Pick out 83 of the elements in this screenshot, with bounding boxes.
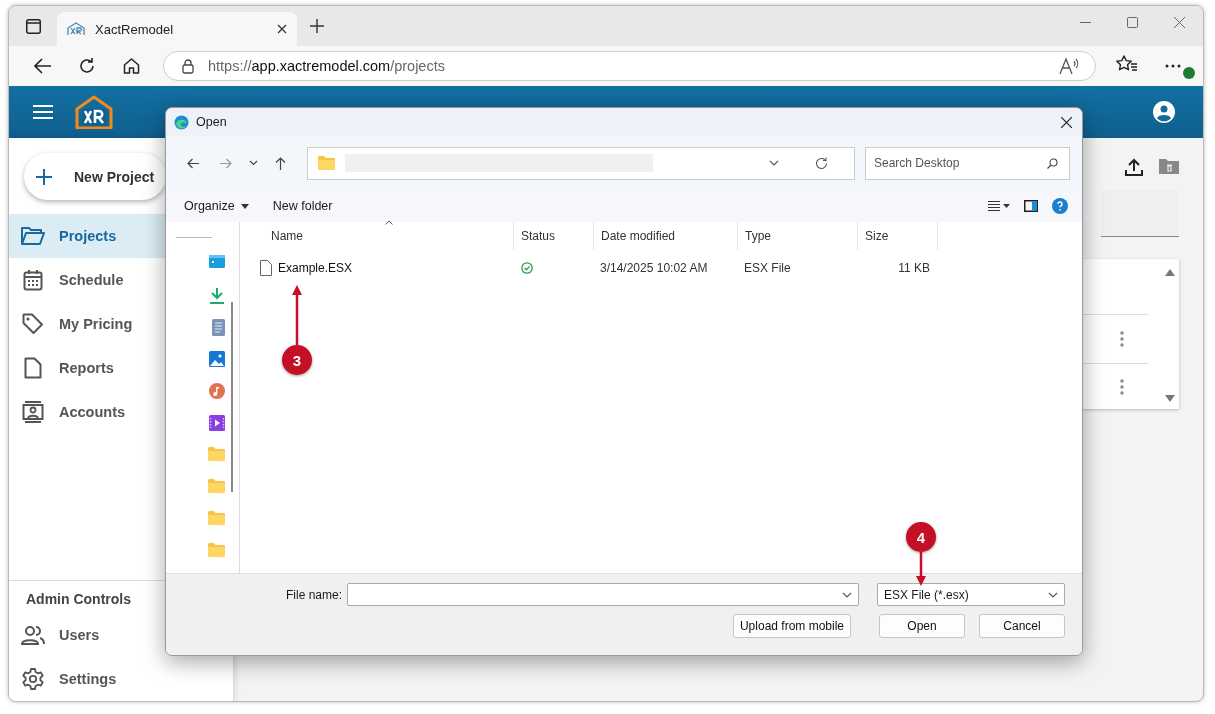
- browser-tab[interactable]: XactRemodel: [57, 12, 297, 46]
- chevron-down-icon[interactable]: [248, 160, 258, 166]
- download-icon[interactable]: [209, 287, 225, 304]
- nav-item[interactable]: Accounts: [9, 390, 233, 434]
- account-icon[interactable]: [1153, 101, 1175, 123]
- tag-icon: [21, 313, 45, 335]
- new-tab-icon[interactable]: [310, 19, 324, 33]
- settings-icon: [21, 668, 45, 690]
- house-logo-icon: [67, 22, 85, 36]
- help-icon[interactable]: [1052, 198, 1068, 214]
- file-type-dropdown[interactable]: ESX File (*.esx): [877, 583, 1065, 606]
- folder-icon: [317, 156, 335, 170]
- column-header[interactable]: Date modified: [594, 222, 738, 250]
- update-badge: [1183, 67, 1195, 79]
- nav-item[interactable]: Schedule: [9, 258, 233, 302]
- sidebar-toggle-icon[interactable]: [25, 18, 41, 34]
- contact-card-icon: [21, 401, 45, 423]
- close-icon[interactable]: [277, 24, 287, 34]
- upload-button[interactable]: Upload from mobile: [732, 614, 851, 638]
- address-field[interactable]: [306, 146, 855, 180]
- calendar-icon: [21, 269, 45, 291]
- image-icon[interactable]: [209, 351, 225, 367]
- chevron-down-icon: [1048, 591, 1058, 598]
- callout-arrow: [916, 552, 926, 586]
- video-icon[interactable]: [209, 415, 225, 431]
- preview-pane-icon[interactable]: [1024, 200, 1038, 212]
- new-folder-button[interactable]: New folder: [264, 195, 341, 217]
- scroll-down-icon[interactable]: [1165, 395, 1175, 402]
- cancel-button[interactable]: Cancel: [979, 614, 1065, 638]
- caret-icon: [240, 203, 249, 209]
- open-button[interactable]: Open: [879, 614, 965, 638]
- nav-item[interactable]: My Pricing: [9, 302, 233, 346]
- lock-icon: [182, 58, 194, 74]
- nav-item[interactable]: Settings: [9, 657, 233, 701]
- refresh-icon[interactable]: [815, 156, 828, 170]
- refresh-icon[interactable]: [78, 57, 96, 75]
- house-logo-icon: [75, 95, 113, 129]
- column-header[interactable]: Status: [514, 222, 594, 250]
- favorites-icon[interactable]: [1116, 55, 1138, 73]
- upload-icon[interactable]: [1125, 158, 1143, 176]
- maximize-icon[interactable]: [1127, 16, 1138, 28]
- more-icon[interactable]: [1165, 64, 1181, 68]
- read-aloud-icon[interactable]: [1059, 57, 1081, 75]
- nav-item[interactable]: Reports: [9, 346, 233, 390]
- nav-item[interactable]: Users: [9, 613, 233, 657]
- back-icon[interactable]: [187, 157, 201, 169]
- column-header[interactable]: Type: [738, 222, 858, 250]
- close-icon[interactable]: [1061, 116, 1072, 128]
- more-vertical-icon[interactable]: [1120, 331, 1124, 347]
- folder-delete-icon[interactable]: [1159, 158, 1179, 174]
- table-cell-text: 3/14/2025 10:02 AM: [600, 260, 709, 275]
- view-options-icon[interactable]: [988, 201, 1010, 211]
- scroll-up-icon[interactable]: [1165, 269, 1175, 276]
- callout-arrow: [292, 285, 302, 345]
- more-vertical-icon[interactable]: [1120, 379, 1124, 395]
- back-icon[interactable]: [34, 58, 52, 74]
- field-label: File name:: [285, 587, 342, 602]
- sort-caret-icon: [385, 220, 393, 225]
- address-bar[interactable]: https://app.xactremodel.com/projects: [163, 51, 1096, 81]
- file-name-field[interactable]: [347, 583, 859, 606]
- table-cell-text: 11 KB: [897, 260, 930, 275]
- table-cell-text: ESX File: [744, 260, 792, 275]
- column-header[interactable]: Size: [858, 222, 938, 250]
- browser-logo-icon: [174, 114, 189, 130]
- plus-icon: [36, 168, 52, 185]
- users-icon: [21, 625, 45, 645]
- up-arrow-icon[interactable]: [275, 156, 287, 170]
- chevron-down-icon[interactable]: [769, 160, 779, 166]
- file-icon: [260, 259, 272, 276]
- home-icon[interactable]: [122, 58, 140, 74]
- chevron-down-icon: [842, 592, 852, 598]
- file-item[interactable]: Example.ESX: [260, 259, 353, 276]
- music-icon[interactable]: [209, 383, 225, 399]
- organize-menu[interactable]: Organize: [176, 195, 257, 217]
- column-header[interactable]: Name: [264, 222, 514, 250]
- forward-icon: [219, 157, 232, 169]
- new-project-button[interactable]: New Project: [24, 153, 166, 200]
- search-field[interactable]: Search Desktop: [865, 146, 1070, 180]
- dialog-title: Open: [196, 115, 227, 129]
- section-heading: Admin Controls: [25, 591, 132, 609]
- menu-icon[interactable]: [33, 105, 53, 119]
- search-icon: [1047, 157, 1058, 169]
- folder-icon: [21, 226, 45, 246]
